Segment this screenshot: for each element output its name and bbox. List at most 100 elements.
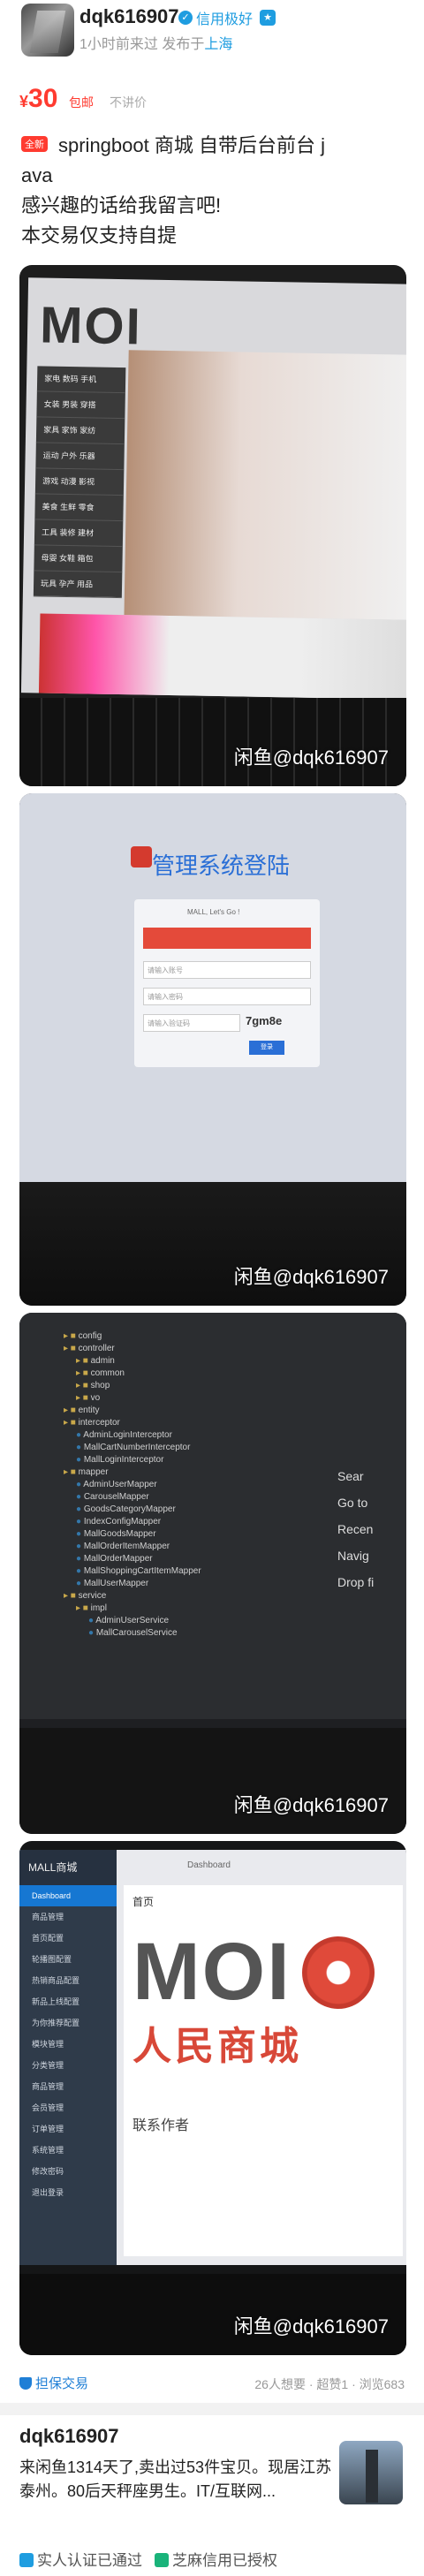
tree-class: CarouselMapper <box>64 1491 284 1504</box>
tree-folder: vo <box>64 1392 284 1405</box>
item-description: springboot 商城 自带后台前台 j ava 感兴趣的话给我留言吧! 本… <box>21 131 410 251</box>
tree-class: MallOrderMapper <box>64 1553 284 1565</box>
nav-item: 会员管理 <box>32 2103 64 2112</box>
admin-brand: MALL商城 <box>19 1850 117 1885</box>
ide-screen: config controller admin common shop vo e… <box>19 1313 406 1719</box>
mall-logo-text: MOI <box>132 1927 292 2017</box>
store-logo: MOI <box>39 296 143 356</box>
project-tree: config controller admin common shop vo e… <box>64 1330 284 1701</box>
free-shipping-tag: 包邮 <box>69 95 94 110</box>
mall-subtitle: 人民商城 <box>132 2025 302 2068</box>
admin-logo-icon <box>131 846 152 868</box>
tree-class: MallShoppingCartItemMapper <box>64 1565 284 1578</box>
guarantee-label: 担保交易 <box>35 2376 89 2391</box>
shortcut-text: Go to <box>337 1496 368 1510</box>
nav-item: 热销商品配置 <box>32 1976 80 1985</box>
price: ¥30 <box>19 84 57 114</box>
flower-logo-icon <box>302 1936 375 2009</box>
sesame-credit-label: 芝麻信用已授权 <box>172 2552 277 2569</box>
username-field: 请输入账号 <box>143 961 311 979</box>
nav-item: 商品管理 <box>32 2082 64 2091</box>
tree-class: MallCartNumberInterceptor <box>64 1442 284 1454</box>
menu-item: 美食 生鲜 零食 <box>34 494 124 522</box>
product-photo-4[interactable]: MALL商城 Dashboard 商品管理 首页配置 轮播图配置 热销商品配置 … <box>19 1841 406 2355</box>
verification-row: 实人认证已通过 芝麻信用已授权 <box>19 2548 277 2570</box>
shortcut-text: Drop fi <box>337 1575 375 1589</box>
tree-class: MallCarouselService <box>64 1627 284 1640</box>
currency-symbol: ¥ <box>19 93 29 110</box>
tree-folder: shop <box>64 1380 284 1392</box>
dashboard-screen: MALL商城 Dashboard 商品管理 首页配置 轮播图配置 热销商品配置 … <box>19 1850 406 2265</box>
tree-folder: entity <box>64 1405 284 1417</box>
menu-item: 家具 家饰 家纺 <box>35 417 125 445</box>
nav-item: 订单管理 <box>32 2125 64 2133</box>
contact-heading: 联系作者 <box>132 2118 190 2133</box>
guarantee-link[interactable]: 担保交易 <box>19 2374 88 2392</box>
product-photo-3[interactable]: config controller admin common shop vo e… <box>19 1313 406 1834</box>
watermark: 闲鱼@dqk616907 <box>233 2315 389 2337</box>
shortcut-text: Navig <box>337 1549 369 1563</box>
product-photo-1[interactable]: MOI 家电 数码 手机 女装 男装 穿搭 家具 家饰 家纺 运动 户外 乐器 … <box>19 265 406 786</box>
seller-avatar[interactable] <box>21 4 74 57</box>
login-screen: 管理系统登陆 MALL, Let's Go ! 请输入账号 请输入密码 请输入验… <box>19 793 406 1182</box>
tree-folder: impl <box>64 1602 284 1615</box>
nav-item: 新品上线配置 <box>32 1997 80 2006</box>
post-meta: 1小时前来过 发布于上海 <box>80 32 232 53</box>
product-photo-2[interactable]: 管理系统登陆 MALL, Let's Go ! 请输入账号 请输入密码 请输入验… <box>19 793 406 1306</box>
seller-card-avatar[interactable] <box>339 2441 403 2504</box>
identity-verified-label: 实人认证已通过 <box>37 2552 142 2569</box>
nav-item: 修改密码 <box>32 2167 64 2176</box>
tree-class: MallOrderItemMapper <box>64 1541 284 1553</box>
sesame-credit: 芝麻信用已授权 <box>155 2548 277 2570</box>
nav-item: 商品管理 <box>32 1913 64 1921</box>
menu-item: 游戏 动漫 影视 <box>34 468 125 496</box>
shield-icon <box>19 2376 32 2390</box>
admin-sidebar: MALL商城 Dashboard 商品管理 首页配置 轮播图配置 热销商品配置 … <box>19 1850 117 2265</box>
nav-item: 退出登录 <box>32 2188 64 2197</box>
tree-class: AdminLoginInterceptor <box>64 1429 284 1442</box>
credit-badge: ✓ 信用极好 ★ <box>178 7 276 28</box>
tree-class: MallUserMapper <box>64 1578 284 1590</box>
menu-item: 女装 男装 穿搭 <box>36 391 125 420</box>
tree-folder: common <box>64 1368 284 1380</box>
section-divider <box>0 2403 424 2415</box>
tree-class: AdminUserMapper <box>64 1479 284 1491</box>
seller-username[interactable]: dqk616907 <box>80 5 179 28</box>
menu-item: 运动 户外 乐器 <box>35 443 125 471</box>
publish-prefix: 发布于 <box>162 37 205 52</box>
location-link[interactable]: 上海 <box>204 37 232 52</box>
storefront-screen: MOI 家电 数码 手机 女装 男装 穿搭 家具 家饰 家纺 运动 户外 乐器 … <box>20 277 406 700</box>
welcome-text: MALL, Let's Go ! <box>187 908 240 916</box>
banner-image <box>124 350 406 620</box>
home-tab: 首页 <box>132 1896 155 1908</box>
desc-line-4: 本交易仅支持自提 <box>21 224 178 246</box>
desc-line-1: springboot 商城 自带后台前台 j <box>58 134 325 156</box>
tree-folder: mapper <box>64 1466 284 1479</box>
tree-class: AdminUserService <box>64 1615 284 1627</box>
menu-item: 家电 数码 手机 <box>36 366 126 394</box>
shortcut-text: Recen <box>337 1522 374 1536</box>
nav-item: 系统管理 <box>32 2146 64 2155</box>
menu-item: 玩具 孕产 用品 <box>33 571 123 599</box>
seller-card-name[interactable]: dqk616907 <box>19 2425 119 2448</box>
no-bargain-tag: 不讲价 <box>110 95 147 110</box>
tree-class: IndexConfigMapper <box>64 1516 284 1528</box>
credit-icon: ✓ <box>178 11 193 25</box>
watermark: 闲鱼@dqk616907 <box>233 1266 389 1288</box>
item-stats: 26人想要 · 超赞1 · 浏览683 <box>254 2377 405 2391</box>
tree-folder: interceptor <box>64 1417 284 1429</box>
nav-item: 轮播图配置 <box>32 1955 72 1964</box>
login-title: 管理系统登陆 <box>152 852 291 879</box>
menu-item: 工具 装修 建材 <box>34 519 124 548</box>
watermark: 闲鱼@dqk616907 <box>233 1794 389 1816</box>
desc-line-2: ava <box>21 164 53 186</box>
tree-class: MallLoginInterceptor <box>64 1454 284 1466</box>
nav-item: 分类管理 <box>32 2061 64 2070</box>
product-strip <box>38 613 406 700</box>
identity-verified: 实人认证已通过 <box>19 2548 142 2570</box>
captcha-image: 7gm8e <box>246 1014 283 1027</box>
laptop-keyboard <box>19 1728 406 1834</box>
category-menu: 家电 数码 手机 女装 男装 穿搭 家具 家饰 家纺 运动 户外 乐器 游戏 动… <box>33 366 126 599</box>
dashboard-main: 首页 MOI 人民商城 联系作者 <box>124 1885 403 2256</box>
menu-item: 母婴 女鞋 箱包 <box>34 545 123 573</box>
